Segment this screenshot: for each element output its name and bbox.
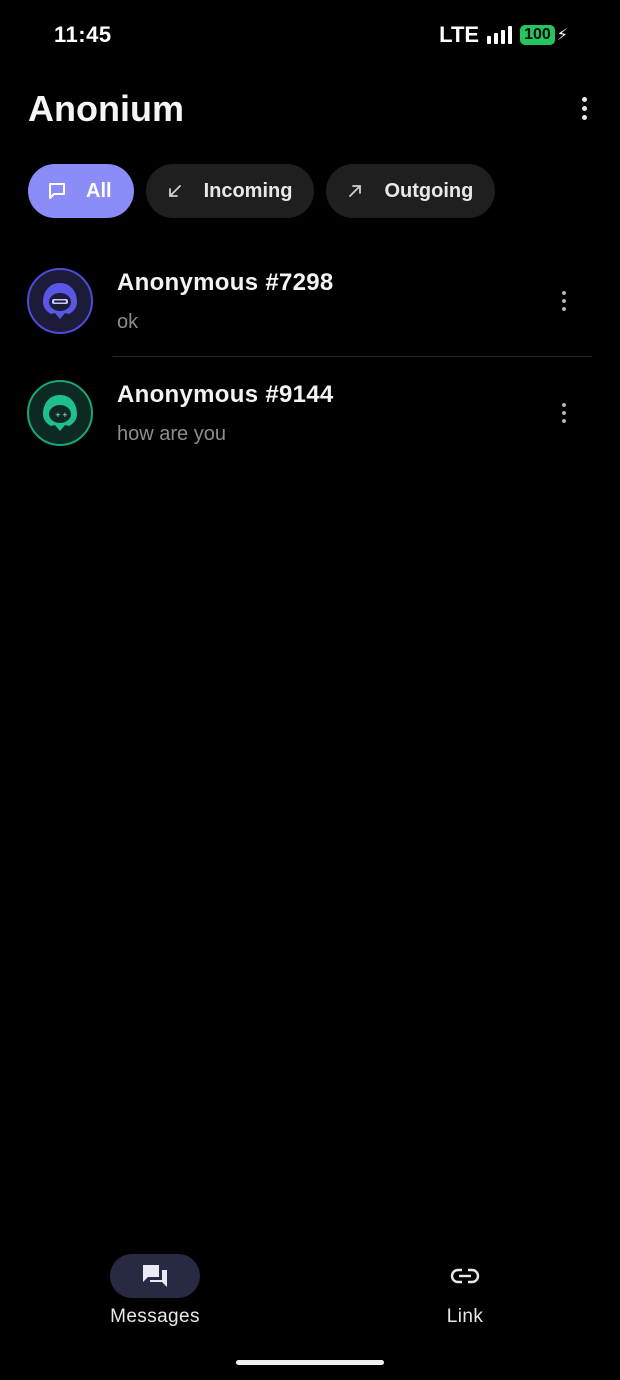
filter-chip-label: All	[86, 179, 112, 202]
hooded-avatar-icon	[43, 283, 77, 319]
status-indicators: LTE 100 ⚡	[439, 22, 568, 48]
nav-item-messages[interactable]: Messages	[75, 1248, 235, 1328]
page-title: Anonium	[28, 88, 184, 129]
status-time: 11:45	[54, 22, 112, 47]
hooded-avatar-icon: + +	[43, 395, 77, 431]
more-vert-icon	[562, 291, 566, 295]
filter-chip-incoming[interactable]: Incoming	[145, 164, 315, 218]
forum-icon	[143, 1265, 167, 1287]
link-icon	[450, 1268, 480, 1284]
svg-text:+: +	[62, 411, 68, 419]
list-item[interactable]: + + Anonymous #9144 how are you	[0, 357, 620, 469]
battery-icon: 100 ⚡	[520, 25, 568, 45]
filter-chip-outgoing[interactable]: Outgoing	[326, 164, 496, 218]
overflow-menu-button[interactable]	[570, 94, 598, 122]
conversation-more-button[interactable]	[554, 399, 574, 427]
nav-label: Messages	[110, 1306, 200, 1327]
conversation-name: Anonymous #7298	[117, 269, 334, 296]
network-type: LTE	[439, 22, 480, 47]
list-item[interactable]: Anonymous #7298 ok	[0, 245, 620, 357]
home-indicator[interactable]	[236, 1360, 384, 1365]
nav-active-indicator	[110, 1254, 200, 1298]
more-vert-icon	[562, 403, 566, 407]
conversation-more-button[interactable]	[554, 287, 574, 315]
conversation-preview: how are you	[117, 423, 226, 445]
nav-icon-container	[420, 1254, 510, 1298]
avatar	[27, 268, 93, 334]
bottom-navigation: Messages Link	[0, 1248, 620, 1348]
filter-chips: All Incoming Outgoing	[28, 164, 496, 218]
chat-bubble-icon	[46, 180, 68, 202]
charging-icon: ⚡	[556, 27, 568, 44]
status-bar: 11:45 LTE 100 ⚡	[0, 0, 620, 70]
filter-chip-all[interactable]: All	[28, 164, 134, 218]
svg-text:+: +	[55, 411, 61, 419]
battery-level: 100	[520, 25, 555, 45]
arrow-up-right-icon	[344, 180, 366, 202]
nav-label: Link	[446, 1306, 484, 1327]
filter-chip-label: Outgoing	[384, 179, 474, 202]
signal-icon	[487, 26, 513, 44]
filter-chip-label: Incoming	[203, 179, 293, 202]
arrow-down-left-icon	[164, 180, 186, 202]
conversation-preview: ok	[117, 311, 139, 333]
more-vert-icon	[581, 96, 587, 102]
avatar: + +	[27, 380, 93, 446]
conversation-list: Anonymous #7298 ok + + Anonymous #9144 h…	[0, 245, 620, 469]
conversation-name: Anonymous #9144	[117, 381, 334, 408]
nav-item-link[interactable]: Link	[385, 1248, 545, 1328]
